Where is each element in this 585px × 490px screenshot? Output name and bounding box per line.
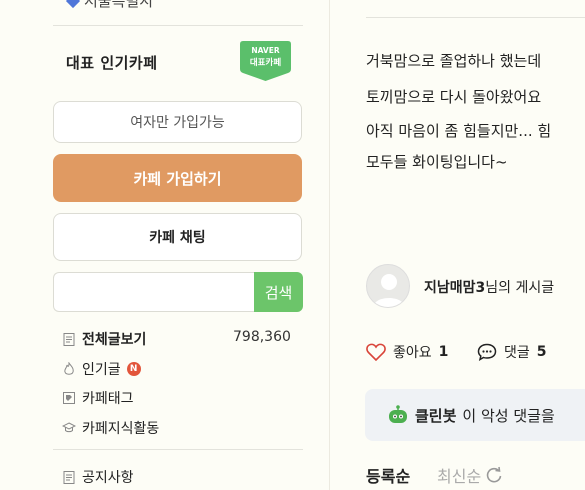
- comment-label: 댓글: [504, 345, 530, 361]
- fire-icon: [62, 362, 76, 376]
- divider: [53, 25, 303, 26]
- comment-button[interactable]: 댓글 5: [477, 342, 547, 362]
- cleanbot-text: 이 악성 댓글을: [462, 406, 555, 425]
- comment-count: 5: [536, 344, 547, 360]
- badge-line2: 대표카페: [250, 57, 281, 68]
- sort-latest-tab[interactable]: 최신순: [437, 463, 503, 487]
- document-icon: [62, 332, 76, 346]
- author-line[interactable]: 지남매맘3님의 게시글: [424, 277, 554, 297]
- menu-notice-label: 공지사항: [82, 470, 134, 486]
- women-only-notice: 여자만 가입가능: [53, 101, 302, 143]
- document-icon: [62, 470, 76, 484]
- tag-icon: [62, 391, 76, 405]
- post-body-line: 토끼맘으로 다시 돌아왔어요: [366, 88, 542, 106]
- menu-cafe-tags[interactable]: 카페태그: [62, 388, 134, 408]
- region-label: 서울특별시: [84, 0, 154, 10]
- menu-cafe-knowledge-label: 카페지식활동: [82, 421, 160, 437]
- menu-all-posts[interactable]: 전체글보기: [62, 329, 146, 349]
- post-body-line: 아직 마음이 좀 힘들지만... 힘: [366, 122, 552, 140]
- menu-notice[interactable]: 공지사항: [62, 467, 134, 487]
- like-count: 1: [438, 344, 449, 360]
- default-profile-icon: [373, 274, 405, 307]
- like-label: 좋아요: [393, 345, 432, 361]
- cleanbot-notice: 클린봇 이 악성 댓글을: [365, 389, 585, 441]
- menu-popular[interactable]: 인기글 N: [62, 359, 141, 379]
- menu-all-posts-label: 전체글보기: [82, 332, 147, 348]
- author-name[interactable]: 지남매맘3: [424, 280, 485, 296]
- all-posts-count: 798,360: [233, 329, 291, 345]
- author-avatar[interactable]: [366, 264, 410, 308]
- region-row[interactable]: 서울특별시: [65, 0, 154, 11]
- new-badge: N: [126, 362, 141, 376]
- menu-popular-label: 인기글: [82, 362, 121, 378]
- post-body-line: 모두들 화이팅입니다~: [366, 153, 508, 171]
- cafe-chat-button[interactable]: 카페 채팅: [53, 213, 302, 261]
- post-body-line: 거북맘으로 졸업하나 했는데: [366, 52, 542, 70]
- menu-cafe-tags-label: 카페태그: [82, 391, 134, 407]
- column-divider: [329, 0, 330, 490]
- cafe-search-input[interactable]: [53, 272, 254, 312]
- sort-registered-tab[interactable]: 등록순: [366, 463, 410, 487]
- sort-latest-label: 최신순: [437, 467, 482, 486]
- post-top-divider: [366, 17, 585, 18]
- graduation-cap-icon: [62, 421, 76, 435]
- location-diamond-icon: [65, 0, 81, 8]
- heart-icon: [366, 343, 386, 361]
- author-suffix: 님의 게시글: [485, 280, 555, 296]
- search-button[interactable]: 검색: [254, 272, 303, 312]
- join-cafe-button[interactable]: 카페 가입하기: [53, 154, 302, 202]
- cleanbot-robot-icon: [389, 405, 407, 423]
- cafe-sidebar: 서울특별시 대표 인기카페 NAVER 대표카페 여자만 가입가능 카페 가입하…: [0, 0, 330, 490]
- divider: [53, 449, 303, 450]
- naver-rep-cafe-badge-icon: NAVER 대표카페: [240, 41, 291, 81]
- rep-cafe-label: 대표 인기카페: [66, 54, 158, 72]
- badge-line1: NAVER: [251, 46, 280, 55]
- menu-cafe-knowledge[interactable]: 카페지식활동: [62, 418, 159, 438]
- speech-bubble-icon: [477, 343, 497, 361]
- cleanbot-name: 클린봇: [415, 406, 457, 425]
- like-button[interactable]: 좋아요 1: [366, 342, 448, 362]
- refresh-icon: [486, 466, 502, 483]
